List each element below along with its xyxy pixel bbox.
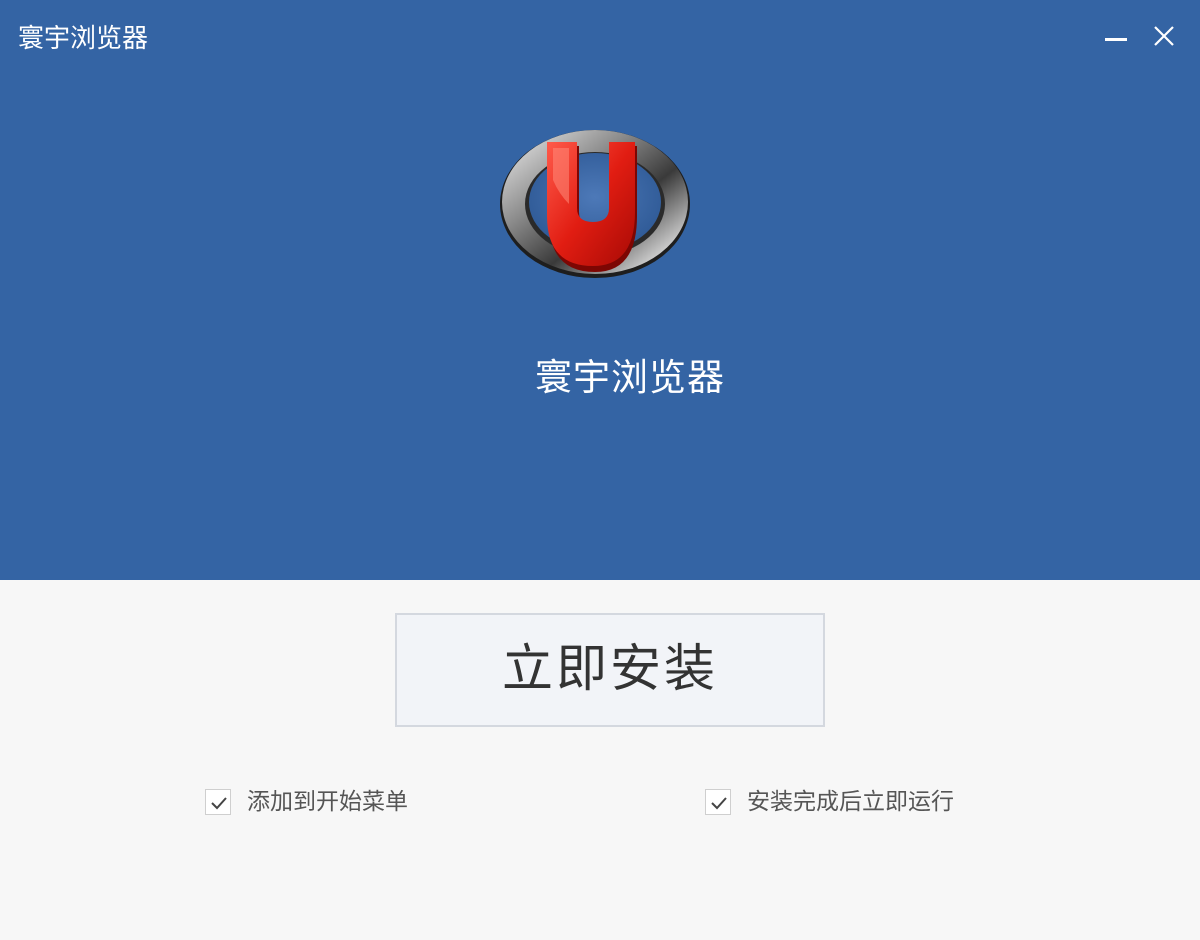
browser-logo-icon — [500, 130, 690, 278]
window-title: 寰宇浏览器 — [18, 24, 149, 54]
header-banner: 寰宇浏览器 寰宇浏览器 — [0, 0, 1200, 580]
checkmark-icon — [211, 797, 227, 810]
run-after-install-checkbox[interactable] — [705, 789, 731, 815]
product-name: 寰宇浏览器 — [535, 356, 725, 399]
checkmark-icon — [711, 797, 727, 810]
add-start-menu-label: 添加到开始菜单 — [247, 789, 408, 815]
minimize-button[interactable] — [1098, 18, 1134, 54]
option-run-after-install[interactable]: 安装完成后立即运行 — [705, 786, 954, 818]
close-icon — [1154, 26, 1174, 46]
minimize-icon — [1105, 38, 1127, 41]
add-start-menu-checkbox[interactable] — [205, 789, 231, 815]
installer-window: 寰宇浏览器 寰宇浏览器 立即安装 添加到开始菜单 安装完成后立即运行 — [0, 0, 1200, 940]
option-add-start-menu[interactable]: 添加到开始菜单 — [205, 786, 408, 818]
install-now-button[interactable]: 立即安装 — [395, 613, 825, 727]
close-button[interactable] — [1146, 18, 1182, 54]
run-after-install-label: 安装完成后立即运行 — [747, 789, 954, 815]
